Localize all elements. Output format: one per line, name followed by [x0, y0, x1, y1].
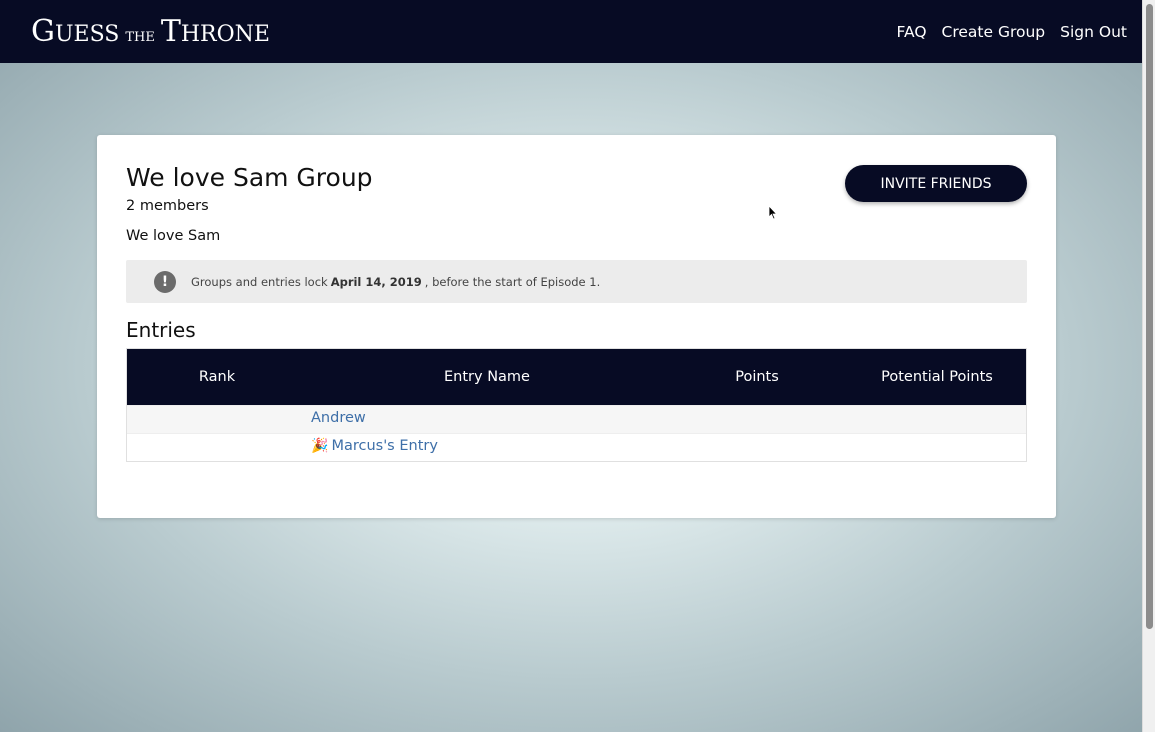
- notice-date: April 14, 2019: [330, 274, 422, 289]
- logo-text-the: THE: [125, 30, 155, 45]
- entry-name: Marcus's Entry: [331, 438, 438, 454]
- entry-link-marcus[interactable]: 🎉 Marcus's Entry: [311, 438, 438, 454]
- entry-name: Andrew: [311, 410, 366, 426]
- party-popper-icon: 🎉: [311, 438, 329, 454]
- group-card: We love Sam Group 2 members We love Sam …: [97, 135, 1056, 518]
- logo-letter-g: G: [31, 14, 55, 49]
- mouse-cursor-icon: [768, 205, 778, 220]
- table-row: Andrew: [127, 405, 1026, 433]
- column-header-entry-name[interactable]: Entry Name: [444, 369, 530, 385]
- entry-link-andrew[interactable]: Andrew: [311, 410, 366, 426]
- nav-link-sign-out[interactable]: Sign Out: [1060, 23, 1127, 41]
- invite-friends-button[interactable]: INVITE FRIENDS: [845, 165, 1027, 202]
- lock-notice: ! Groups and entries lock April 14, 2019…: [126, 260, 1027, 303]
- notice-prefix: Groups and entries lock: [191, 274, 328, 289]
- logo-letter-t: T: [160, 14, 181, 49]
- column-header-points[interactable]: Points: [735, 369, 779, 385]
- column-header-potential-points[interactable]: Potential Points: [881, 369, 993, 385]
- site-logo[interactable]: G UESS THE T HRONE: [31, 14, 270, 49]
- table-row: 🎉 Marcus's Entry: [127, 433, 1026, 461]
- top-navbar: G UESS THE T HRONE FAQ Create Group Sign O…: [0, 0, 1142, 63]
- nav-link-faq[interactable]: FAQ: [897, 23, 927, 41]
- nav-link-create-group[interactable]: Create Group: [942, 23, 1046, 41]
- nav-links: FAQ Create Group Sign Out: [897, 23, 1128, 41]
- column-header-rank[interactable]: Rank: [199, 369, 235, 385]
- group-description: We love Sam: [126, 228, 221, 244]
- table-header: Rank Entry Name Points Potential Points: [127, 349, 1026, 405]
- group-title: We love Sam Group: [126, 163, 373, 192]
- page-scrollbar[interactable]: [1142, 0, 1155, 732]
- member-count: 2 members: [126, 198, 209, 214]
- entries-table: Rank Entry Name Points Potential Points …: [126, 348, 1027, 462]
- logo-text-uess: UESS: [54, 22, 120, 47]
- entries-heading: Entries: [126, 318, 196, 342]
- logo-text-hrone: HRONE: [180, 22, 270, 47]
- scrollbar-thumb[interactable]: [1146, 4, 1153, 629]
- notice-suffix: , before the start of Episode 1.: [424, 274, 601, 289]
- exclamation-icon: !: [154, 270, 176, 293]
